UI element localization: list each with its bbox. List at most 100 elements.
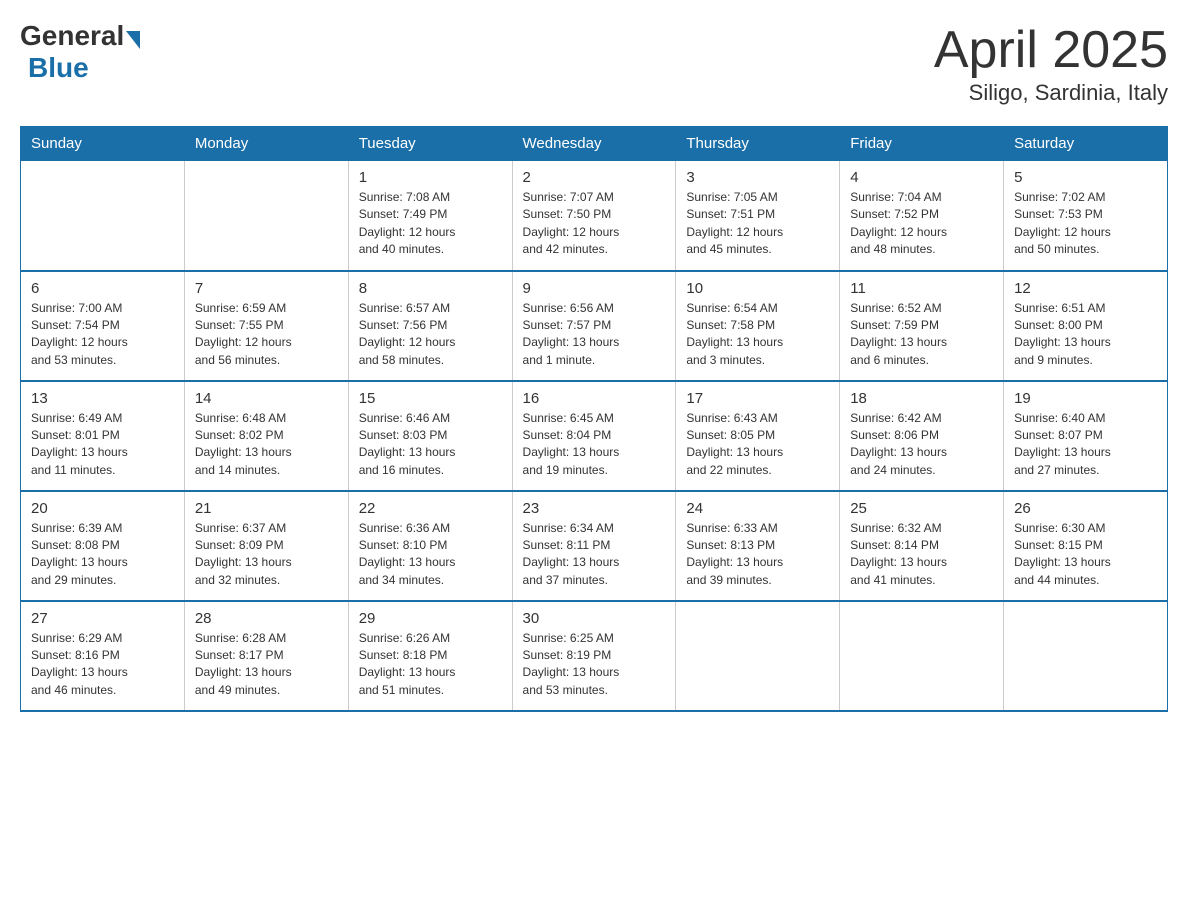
logo-blue-text: Blue (28, 52, 89, 83)
day-number: 15 (359, 390, 502, 407)
day-info: Sunrise: 6:40 AM Sunset: 8:07 PM Dayligh… (1014, 410, 1157, 480)
day-cell: 5 Sunrise: 7:02 AM Sunset: 7:53 PM Daylig… (1004, 161, 1168, 271)
day-number: 28 (195, 610, 338, 627)
day-cell: 24Sunrise: 6:33 AM Sunset: 8:13 PM Dayli… (676, 491, 840, 601)
day-number: 3 (686, 169, 829, 186)
day-cell: 3 Sunrise: 7:05 AM Sunset: 7:51 PM Daylig… (676, 161, 840, 271)
day-info: Sunrise: 6:54 AM Sunset: 7:58 PM Dayligh… (686, 300, 829, 370)
day-number: 13 (31, 390, 174, 407)
day-info: Sunrise: 6:34 AM Sunset: 8:11 PM Dayligh… (523, 520, 666, 590)
day-info: Sunrise: 6:46 AM Sunset: 8:03 PM Dayligh… (359, 410, 502, 480)
day-info: Sunrise: 6:59 AM Sunset: 7:55 PM Dayligh… (195, 300, 338, 370)
header-tuesday: Tuesday (348, 127, 512, 161)
day-number: 5 (1014, 169, 1157, 186)
week-row-2: 13 Sunrise: 6:49 AM Sunset: 8:01 PM Dayli… (21, 381, 1168, 491)
day-number: 30 (523, 610, 666, 627)
day-cell: 8 Sunrise: 6:57 AM Sunset: 7:56 PM Daylig… (348, 271, 512, 381)
title-section: April 2025 Siligo, Sardinia, Italy (934, 20, 1168, 106)
day-info: Sunrise: 6:52 AM Sunset: 7:59 PM Dayligh… (850, 300, 993, 370)
day-info: Sunrise: 6:48 AM Sunset: 8:02 PM Dayligh… (195, 410, 338, 480)
day-info: Sunrise: 6:49 AM Sunset: 8:01 PM Dayligh… (31, 410, 174, 480)
day-info: Sunrise: 7:08 AM Sunset: 7:49 PM Dayligh… (359, 189, 502, 259)
day-number: 23 (523, 500, 666, 517)
day-number: 25 (850, 500, 993, 517)
logo-arrow-icon (126, 31, 140, 49)
day-cell: 27 Sunrise: 6:29 AM Sunset: 8:16 PM Dayli… (21, 601, 185, 711)
day-cell: 14 Sunrise: 6:48 AM Sunset: 8:02 PM Dayli… (184, 381, 348, 491)
day-number: 20 (31, 500, 174, 517)
day-cell: 7 Sunrise: 6:59 AM Sunset: 7:55 PM Daylig… (184, 271, 348, 381)
day-number: 9 (523, 280, 666, 297)
day-number: 18 (850, 390, 993, 407)
day-cell: 20 Sunrise: 6:39 AM Sunset: 8:08 PM Dayli… (21, 491, 185, 601)
location-text: Siligo, Sardinia, Italy (934, 80, 1168, 106)
day-cell: 9Sunrise: 6:56 AM Sunset: 7:57 PM Daylig… (512, 271, 676, 381)
day-cell: 12 Sunrise: 6:51 AM Sunset: 8:00 PM Dayli… (1004, 271, 1168, 381)
day-info: Sunrise: 6:29 AM Sunset: 8:16 PM Dayligh… (31, 630, 174, 700)
header-wednesday: Wednesday (512, 127, 676, 161)
day-cell: 2Sunrise: 7:07 AM Sunset: 7:50 PM Daylig… (512, 161, 676, 271)
day-info: Sunrise: 6:26 AM Sunset: 8:18 PM Dayligh… (359, 630, 502, 700)
header-saturday: Saturday (1004, 127, 1168, 161)
day-info: Sunrise: 7:00 AM Sunset: 7:54 PM Dayligh… (31, 300, 174, 370)
day-info: Sunrise: 6:42 AM Sunset: 8:06 PM Dayligh… (850, 410, 993, 480)
day-number: 22 (359, 500, 502, 517)
day-number: 29 (359, 610, 502, 627)
day-number: 7 (195, 280, 338, 297)
day-info: Sunrise: 6:36 AM Sunset: 8:10 PM Dayligh… (359, 520, 502, 590)
day-cell (676, 601, 840, 711)
day-cell: 15 Sunrise: 6:46 AM Sunset: 8:03 PM Dayli… (348, 381, 512, 491)
day-cell: 17Sunrise: 6:43 AM Sunset: 8:05 PM Dayli… (676, 381, 840, 491)
day-number: 19 (1014, 390, 1157, 407)
logo-line1: General (20, 20, 140, 52)
day-number: 10 (686, 280, 829, 297)
day-cell (21, 161, 185, 271)
day-cell (1004, 601, 1168, 711)
week-row-4: 27 Sunrise: 6:29 AM Sunset: 8:16 PM Dayli… (21, 601, 1168, 711)
day-info: Sunrise: 7:07 AM Sunset: 7:50 PM Dayligh… (523, 189, 666, 259)
header-thursday: Thursday (676, 127, 840, 161)
day-number: 6 (31, 280, 174, 297)
header-monday: Monday (184, 127, 348, 161)
day-cell: 28 Sunrise: 6:28 AM Sunset: 8:17 PM Dayli… (184, 601, 348, 711)
day-info: Sunrise: 7:04 AM Sunset: 7:52 PM Dayligh… (850, 189, 993, 259)
header-sunday: Sunday (21, 127, 185, 161)
day-cell: 25 Sunrise: 6:32 AM Sunset: 8:14 PM Dayli… (840, 491, 1004, 601)
page-header: General Blue April 2025 Siligo, Sardinia… (20, 20, 1168, 106)
day-cell: 6 Sunrise: 7:00 AM Sunset: 7:54 PM Daylig… (21, 271, 185, 381)
day-cell: 29 Sunrise: 6:26 AM Sunset: 8:18 PM Dayli… (348, 601, 512, 711)
day-cell: 11 Sunrise: 6:52 AM Sunset: 7:59 PM Dayli… (840, 271, 1004, 381)
header-friday: Friday (840, 127, 1004, 161)
day-cell: 30Sunrise: 6:25 AM Sunset: 8:19 PM Dayli… (512, 601, 676, 711)
day-info: Sunrise: 6:37 AM Sunset: 8:09 PM Dayligh… (195, 520, 338, 590)
day-number: 1 (359, 169, 502, 186)
day-info: Sunrise: 6:30 AM Sunset: 8:15 PM Dayligh… (1014, 520, 1157, 590)
day-cell: 16Sunrise: 6:45 AM Sunset: 8:04 PM Dayli… (512, 381, 676, 491)
day-number: 14 (195, 390, 338, 407)
day-number: 4 (850, 169, 993, 186)
day-info: Sunrise: 6:57 AM Sunset: 7:56 PM Dayligh… (359, 300, 502, 370)
day-info: Sunrise: 6:33 AM Sunset: 8:13 PM Dayligh… (686, 520, 829, 590)
day-number: 27 (31, 610, 174, 627)
logo-general-text: General (20, 20, 124, 52)
day-cell: 1 Sunrise: 7:08 AM Sunset: 7:49 PM Daylig… (348, 161, 512, 271)
day-info: Sunrise: 6:51 AM Sunset: 8:00 PM Dayligh… (1014, 300, 1157, 370)
day-number: 11 (850, 280, 993, 297)
day-cell: 19 Sunrise: 6:40 AM Sunset: 8:07 PM Dayli… (1004, 381, 1168, 491)
day-cell: 23 Sunrise: 6:34 AM Sunset: 8:11 PM Dayli… (512, 491, 676, 601)
day-number: 26 (1014, 500, 1157, 517)
day-info: Sunrise: 7:05 AM Sunset: 7:51 PM Dayligh… (686, 189, 829, 259)
day-info: Sunrise: 6:39 AM Sunset: 8:08 PM Dayligh… (31, 520, 174, 590)
week-row-1: 6 Sunrise: 7:00 AM Sunset: 7:54 PM Daylig… (21, 271, 1168, 381)
day-info: Sunrise: 7:02 AM Sunset: 7:53 PM Dayligh… (1014, 189, 1157, 259)
day-cell: 22 Sunrise: 6:36 AM Sunset: 8:10 PM Dayli… (348, 491, 512, 601)
day-info: Sunrise: 6:28 AM Sunset: 8:17 PM Dayligh… (195, 630, 338, 700)
day-cell: 13 Sunrise: 6:49 AM Sunset: 8:01 PM Dayli… (21, 381, 185, 491)
day-number: 8 (359, 280, 502, 297)
day-info: Sunrise: 6:32 AM Sunset: 8:14 PM Dayligh… (850, 520, 993, 590)
day-cell: 4 Sunrise: 7:04 AM Sunset: 7:52 PM Daylig… (840, 161, 1004, 271)
day-number: 12 (1014, 280, 1157, 297)
week-row-0: 1 Sunrise: 7:08 AM Sunset: 7:49 PM Daylig… (21, 161, 1168, 271)
day-number: 17 (686, 390, 829, 407)
day-cell: 26 Sunrise: 6:30 AM Sunset: 8:15 PM Dayli… (1004, 491, 1168, 601)
